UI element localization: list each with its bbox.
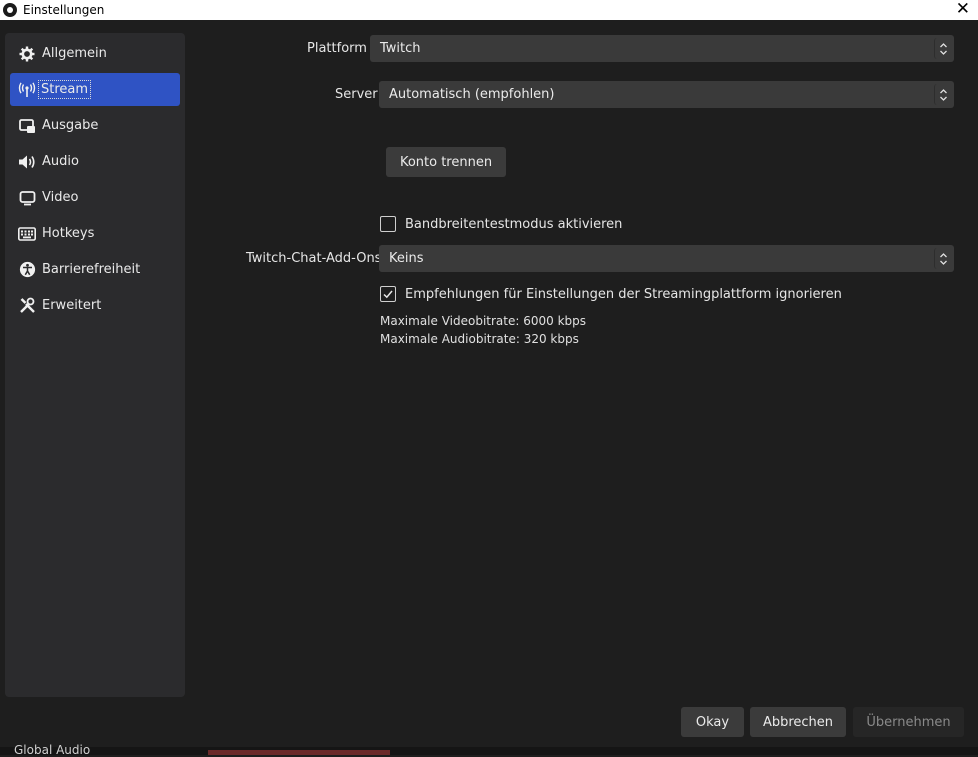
sidebar-item-label: Allgemein: [42, 46, 107, 61]
chevron-updown-icon: [934, 248, 952, 269]
background-audio-label: Global Audio: [14, 743, 91, 757]
sidebar-item-hotkeys[interactable]: Hotkeys: [10, 217, 180, 250]
background-window-strip: Global Audio: [0, 743, 978, 757]
settings-sidebar: Allgemein Stream Ausgabe Audio Video Hot…: [5, 33, 185, 697]
sidebar-item-label: Erweitert: [42, 298, 102, 313]
sidebar-item-label: Ausgabe: [42, 118, 99, 133]
apply-button[interactable]: Übernehmen: [853, 707, 964, 737]
output-icon: [18, 117, 36, 135]
obs-logo-icon: [3, 3, 17, 17]
bandwidth-test-checkbox[interactable]: [380, 216, 396, 232]
sidebar-item-label: Video: [42, 190, 79, 205]
chat-addons-label: Twitch-Chat-Add-Ons: [246, 251, 382, 266]
sidebar-item-barrierefreiheit[interactable]: Barrierefreiheit: [10, 253, 180, 286]
ignore-recommendations-row[interactable]: Empfehlungen für Einstellungen der Strea…: [380, 286, 842, 302]
sidebar-item-ausgabe[interactable]: Ausgabe: [10, 109, 180, 142]
chat-addons-value: Keins: [389, 251, 424, 266]
close-icon[interactable]: ✕: [956, 0, 970, 19]
sidebar-item-label: Stream: [37, 80, 92, 99]
bandwidth-test-row[interactable]: Bandbreitentestmodus aktivieren: [380, 216, 622, 232]
sidebar-item-video[interactable]: Video: [10, 181, 180, 214]
accessibility-icon: [18, 261, 36, 279]
sidebar-item-label: Barrierefreiheit: [42, 262, 141, 277]
platform-select[interactable]: Twitch: [370, 35, 954, 62]
speaker-icon: [18, 153, 36, 171]
platform-value: Twitch: [380, 41, 421, 56]
sidebar-item-allgemein[interactable]: Allgemein: [10, 37, 180, 70]
max-video-bitrate: Maximale Videobitrate: 6000 kbps: [380, 314, 587, 328]
ignore-recommendations-label: Empfehlungen für Einstellungen der Strea…: [405, 286, 842, 302]
platform-label: Plattform: [307, 41, 367, 56]
checkmark-icon: [383, 290, 393, 299]
server-label: Server: [335, 87, 378, 102]
chat-addons-select[interactable]: Keins: [379, 245, 954, 272]
ok-button[interactable]: Okay: [681, 707, 744, 737]
sidebar-item-audio[interactable]: Audio: [10, 145, 180, 178]
sidebar-item-stream[interactable]: Stream: [10, 73, 180, 106]
broadcast-icon: [18, 81, 36, 99]
disconnect-account-button[interactable]: Konto trennen: [386, 147, 506, 177]
monitor-icon: [18, 189, 36, 207]
sidebar-item-label: Hotkeys: [42, 226, 95, 241]
window-title: Einstellungen: [23, 3, 105, 17]
bandwidth-test-label: Bandbreitentestmodus aktivieren: [405, 216, 623, 232]
gear-icon: [18, 45, 36, 63]
tools-icon: [18, 297, 36, 315]
server-value: Automatisch (empfohlen): [389, 87, 555, 102]
max-audio-bitrate: Maximale Audiobitrate: 320 kbps: [380, 332, 579, 346]
cancel-button[interactable]: Abbrechen: [750, 707, 846, 737]
server-select[interactable]: Automatisch (empfohlen): [379, 81, 954, 108]
title-bar: Einstellungen ✕: [0, 0, 978, 20]
background-meter: [208, 750, 390, 755]
chevron-updown-icon: [934, 38, 952, 59]
sidebar-item-label: Audio: [42, 154, 79, 169]
keyboard-icon: [18, 225, 36, 243]
ignore-recommendations-checkbox[interactable]: [380, 286, 396, 302]
chevron-updown-icon: [934, 84, 952, 105]
sidebar-item-erweitert[interactable]: Erweitert: [10, 289, 180, 322]
